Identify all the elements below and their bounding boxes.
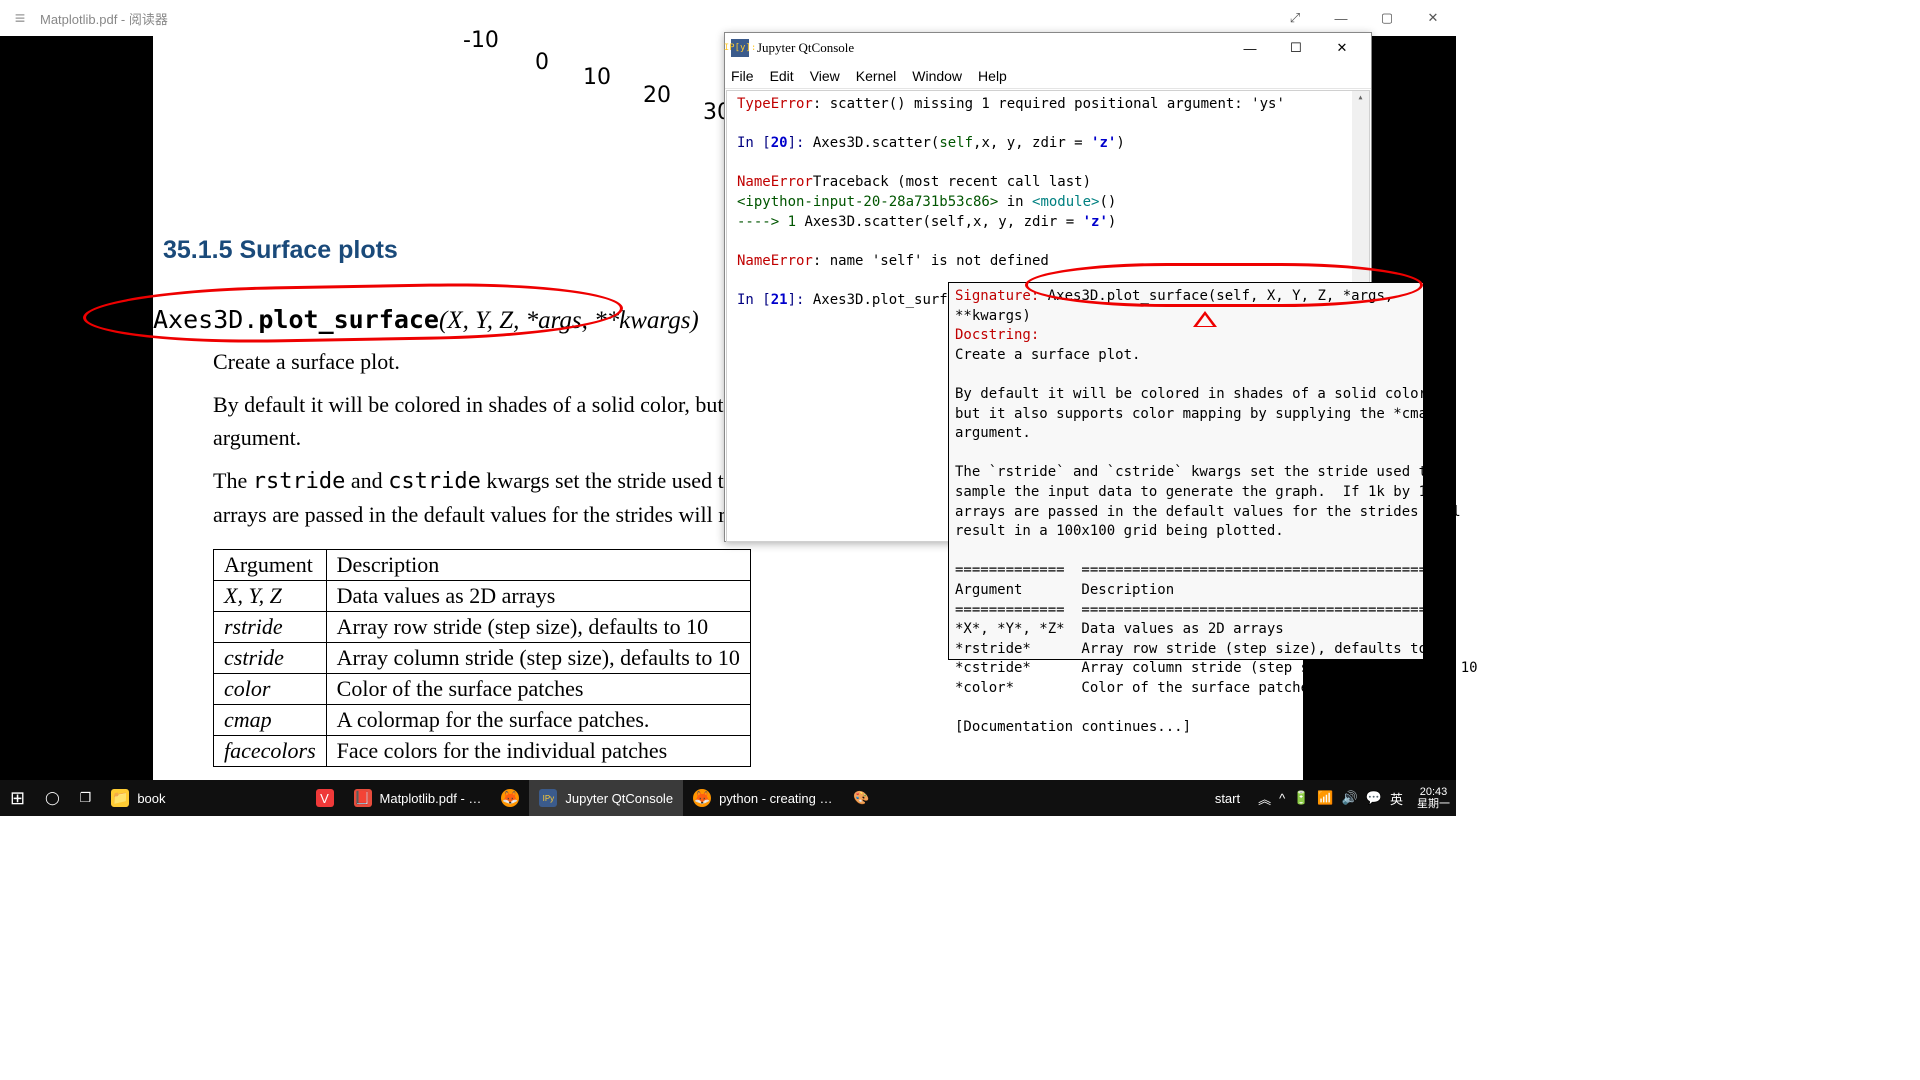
menu-window[interactable]: Window — [912, 68, 962, 84]
volume-icon[interactable]: 🔊 — [1342, 790, 1358, 806]
jupyter-icon: IP[y]: — [731, 39, 749, 57]
network-icon[interactable]: 📶 — [1317, 790, 1333, 806]
ime-indicator[interactable]: 英 — [1390, 789, 1403, 808]
chevron-up-icon[interactable]: ︽ — [1258, 789, 1271, 808]
axis-tick: 10 — [583, 65, 611, 90]
menu-view[interactable]: View — [810, 68, 840, 84]
minimize-icon[interactable]: — — [1227, 34, 1273, 62]
qtconsole-title: Jupyter QtConsole — [757, 40, 1227, 56]
fullscreen-icon[interactable]: ⤢ — [1272, 0, 1318, 36]
taskbar: ⊞ ◯ ❐ 📁book V 📕Matplotlib.pdf - … 🦊 IPyJ… — [0, 780, 1456, 816]
axis-tick: -10 — [463, 28, 499, 53]
menu-file[interactable]: File — [731, 68, 754, 84]
battery-icon[interactable]: 🔋 — [1293, 790, 1309, 806]
close-icon[interactable]: ✕ — [1410, 0, 1456, 36]
system-tray[interactable]: ︽ ^ 🔋 📶 🔊 💬 英 — [1250, 789, 1411, 808]
cortana-icon[interactable]: ◯ — [35, 780, 70, 816]
scroll-up-icon[interactable]: ▴ — [1352, 91, 1369, 108]
reader-window-title: Matplotlib.pdf - 阅读器 — [40, 9, 1272, 28]
notification-icon[interactable]: 💬 — [1366, 790, 1382, 806]
taskbar-clock[interactable]: 20:43 星期一 — [1411, 786, 1456, 810]
taskbar-item-book[interactable]: 📁book — [101, 780, 175, 816]
hamburger-icon[interactable]: ≡ — [0, 8, 40, 29]
tray-chevron-icon[interactable]: ^ — [1279, 791, 1285, 806]
menu-kernel[interactable]: Kernel — [856, 68, 896, 84]
taskbar-item-pdf[interactable]: 📕Matplotlib.pdf - … — [344, 780, 492, 816]
axis-tick: 20 — [643, 83, 671, 108]
signature-tooltip: Signature: Axes3D.plot_surface(self, X, … — [948, 282, 1424, 660]
taskbar-item-qtconsole[interactable]: IPyJupyter QtConsole — [529, 780, 683, 816]
menubar: File Edit View Kernel Window Help — [725, 63, 1371, 89]
menu-help[interactable]: Help — [978, 68, 1007, 84]
close-icon[interactable]: ✕ — [1319, 34, 1365, 62]
minimize-icon[interactable]: — — [1318, 0, 1364, 36]
taskbar-item-paint[interactable]: 🎨 — [843, 780, 881, 816]
taskbar-item-firefox1[interactable]: 🦊 — [491, 780, 529, 816]
maximize-icon[interactable]: ▢ — [1364, 0, 1410, 36]
axis-tick: 0 — [535, 50, 549, 75]
arguments-table: ArgumentDescription X, Y, ZData values a… — [213, 549, 751, 767]
menu-edit[interactable]: Edit — [770, 68, 794, 84]
start-label[interactable]: start — [1205, 780, 1250, 816]
start-button[interactable]: ⊞ — [0, 780, 35, 816]
taskbar-item-vivaldi[interactable]: V — [306, 780, 344, 816]
taskbar-item-firefox2[interactable]: 🦊python - creating … — [683, 780, 842, 816]
task-view-icon[interactable]: ❐ — [70, 780, 102, 816]
maximize-icon[interactable]: ☐ — [1273, 34, 1319, 62]
docstring-body: Create a surface plot. By default it wil… — [955, 346, 1417, 738]
